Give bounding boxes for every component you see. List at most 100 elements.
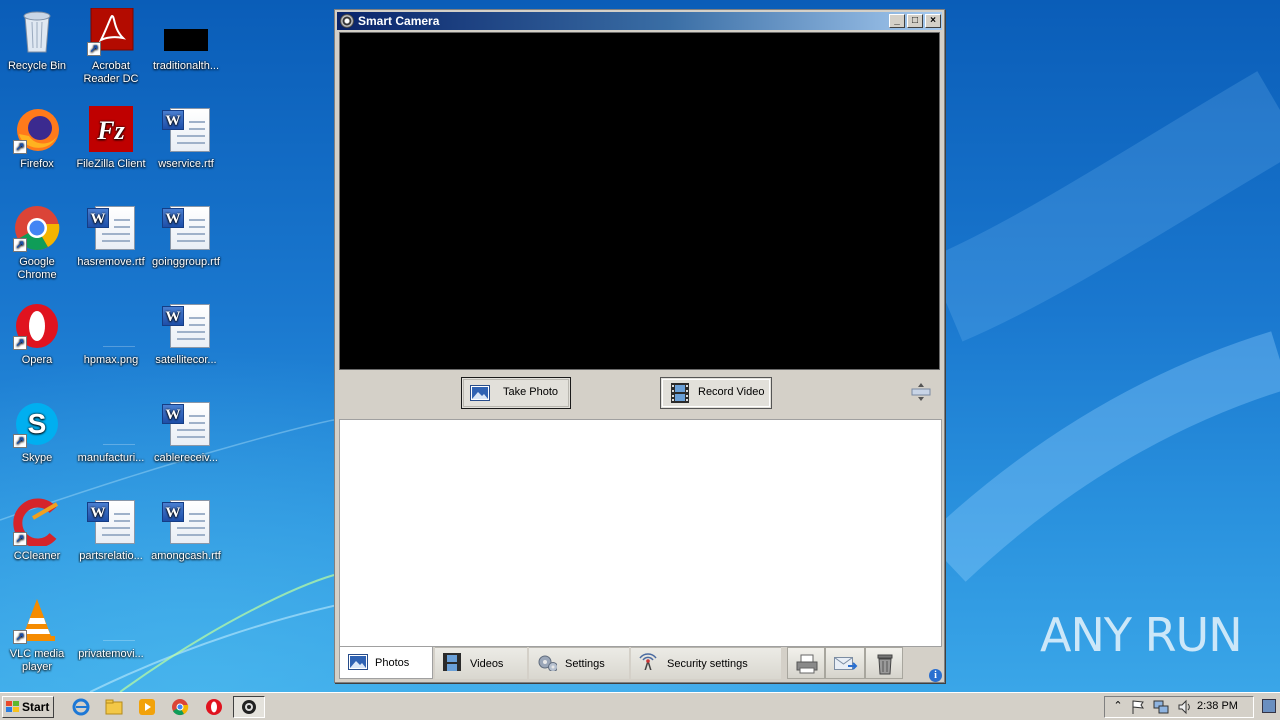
internet-explorer-icon[interactable]: [72, 698, 90, 716]
desktop-icon-acrobat[interactable]: ↗ Acrobat Reader DC: [74, 7, 148, 86]
camera-app-icon: [340, 14, 354, 28]
taskbar-smart-camera-button[interactable]: [233, 696, 265, 718]
filezilla-icon: Fz: [89, 106, 133, 152]
shortcut-arrow-icon: ↗: [13, 140, 27, 154]
image-file-icon: [162, 8, 210, 56]
network-icon[interactable]: [1153, 699, 1169, 715]
desktop-icon-label: Recycle Bin: [7, 60, 67, 72]
shortcut-arrow-icon: ↗: [87, 42, 101, 56]
desktop-icon-filezilla[interactable]: Fz FileZilla Client: [74, 106, 148, 171]
desktop-icon-label: partsrelatio...: [79, 550, 143, 562]
action-center-flag-icon[interactable]: [1130, 699, 1146, 715]
desktop-icon-wservice[interactable]: W wservice.rtf: [149, 106, 223, 171]
word-doc-icon: W: [162, 498, 210, 546]
window-titlebar[interactable]: Smart Camera _ □ ×: [337, 12, 942, 30]
desktop-icon-label: privatemovi...: [78, 648, 144, 660]
desktop-icon-label: cablereceiv...: [154, 452, 218, 464]
word-doc-icon: W: [87, 204, 135, 252]
volume-icon[interactable]: [1177, 699, 1193, 715]
maximize-button[interactable]: □: [907, 14, 923, 28]
desktop-icon-chrome[interactable]: ↗ Google Chrome: [0, 204, 74, 282]
email-button[interactable]: [825, 647, 865, 679]
shortcut-arrow-icon: ↗: [13, 532, 27, 546]
desktop-icon-label: Opera: [21, 354, 53, 366]
svg-text:S: S: [28, 408, 47, 439]
taskbar: Start ⌃ 2:38 PM: [0, 692, 1280, 720]
desktop-icon-hasremove[interactable]: W hasremove.rtf: [74, 204, 148, 269]
desktop-icon-recycle-bin[interactable]: Recycle Bin: [0, 8, 74, 73]
tab-videos[interactable]: Videos: [435, 647, 527, 679]
photo-icon: [470, 385, 490, 401]
desktop-icon-label: VLC media player: [9, 648, 65, 673]
recycle-bin-icon: [23, 11, 51, 53]
svg-text:Fz: Fz: [96, 116, 125, 145]
desktop-icon-label: hpmax.png: [83, 354, 139, 366]
printer-icon: [796, 654, 818, 674]
image-file-icon: [87, 400, 135, 448]
desktop-icon-label: Firefox: [20, 158, 54, 170]
desktop-icon-label: satellitecor...: [155, 354, 217, 366]
take-photo-button[interactable]: Take Photo: [461, 377, 571, 409]
desktop-icon-firefox[interactable]: ↗ Firefox: [0, 106, 74, 171]
close-button[interactable]: ×: [925, 14, 941, 28]
minimize-button[interactable]: _: [889, 14, 905, 28]
desktop-icon-hpmax[interactable]: hpmax.png: [74, 302, 148, 367]
desktop-icon-label: manufacturi...: [77, 452, 145, 464]
desktop-icon-label: Google Chrome: [17, 256, 57, 281]
opera-taskbar-icon[interactable]: [205, 698, 223, 716]
film-icon: [443, 653, 461, 671]
tab-photos[interactable]: Photos: [339, 647, 433, 679]
desktop-icon-privatemovi[interactable]: privatemovi...: [74, 596, 148, 661]
tab-label: Videos: [470, 658, 504, 670]
shortcut-arrow-icon: ↗: [13, 630, 27, 644]
clock[interactable]: 2:38 PM: [1197, 700, 1238, 712]
tab-settings[interactable]: Settings: [529, 647, 629, 679]
desktop-icon-label: Acrobat Reader DC: [83, 60, 139, 85]
tab-security-settings[interactable]: Security settings: [631, 647, 781, 679]
chrome-taskbar-icon[interactable]: [171, 698, 189, 716]
show-desktop-button[interactable]: [1262, 699, 1276, 713]
start-button[interactable]: Start: [2, 696, 54, 718]
desktop-icon-vlc[interactable]: ↗ VLC media player: [0, 596, 74, 674]
photo-icon: [348, 654, 368, 670]
desktop-icon-traditionalth[interactable]: traditionalth...: [149, 8, 223, 73]
record-video-button[interactable]: Record Video: [660, 377, 772, 409]
collapse-panel-icon[interactable]: [910, 381, 932, 403]
tab-label: Security settings: [667, 658, 748, 670]
info-icon[interactable]: i: [929, 669, 942, 682]
desktop-icon-label: FileZilla Client: [76, 158, 146, 170]
camera-app-icon: [242, 700, 256, 714]
gears-icon: [538, 655, 557, 671]
antenna-icon: [639, 653, 657, 670]
film-icon: [671, 383, 689, 403]
image-file-icon: [87, 302, 135, 350]
desktop-icon-ccleaner[interactable]: ↗ CCleaner: [0, 498, 74, 563]
show-hidden-icons-button[interactable]: ⌃: [1110, 699, 1126, 715]
media-gallery[interactable]: [339, 419, 942, 647]
shortcut-arrow-icon: ↗: [13, 238, 27, 252]
desktop-icon-partsrelatio[interactable]: W partsrelatio...: [74, 498, 148, 563]
desktop-icon-label: Skype: [21, 452, 53, 464]
file-explorer-icon[interactable]: [105, 698, 123, 716]
delete-button[interactable]: [865, 647, 903, 679]
desktop-icon-goinggroup[interactable]: W goinggroup.rtf: [149, 204, 223, 269]
windows-logo-icon: [6, 701, 19, 712]
word-doc-icon: W: [162, 106, 210, 154]
desktop-icon-manufacturi[interactable]: manufacturi...: [74, 400, 148, 465]
media-player-icon[interactable]: [138, 698, 156, 716]
word-doc-icon: W: [162, 204, 210, 252]
desktop-icon-opera[interactable]: ↗ Opera: [0, 302, 74, 367]
desktop-icon-amongcash[interactable]: W amongcash.rtf: [149, 498, 223, 563]
desktop-icon-cablereceiv[interactable]: W cablereceiv...: [149, 400, 223, 465]
shortcut-arrow-icon: ↗: [13, 434, 27, 448]
desktop-icon-satellitecor[interactable]: W satellitecor...: [149, 302, 223, 367]
camera-preview: [339, 32, 940, 370]
image-file-icon: [87, 596, 135, 644]
take-photo-label: Take Photo: [503, 386, 559, 398]
record-video-label: Record Video: [698, 386, 765, 398]
bottom-tab-bar: Photos Videos Settings Security settings…: [339, 647, 942, 682]
email-icon: [834, 657, 858, 670]
word-doc-icon: W: [162, 400, 210, 448]
print-button[interactable]: [787, 647, 825, 679]
desktop-icon-skype[interactable]: S ↗ Skype: [0, 400, 74, 465]
